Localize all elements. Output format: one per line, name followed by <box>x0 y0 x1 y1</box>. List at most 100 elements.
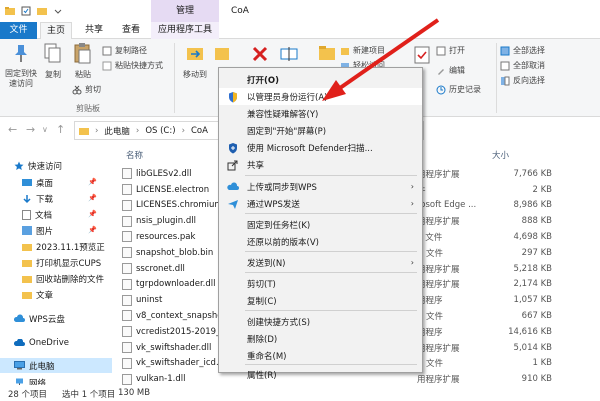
paste-button[interactable]: 粘贴 <box>70 42 96 80</box>
file-icon <box>122 278 132 290</box>
up-arrow-icon[interactable]: ↑ <box>56 123 65 136</box>
download-icon <box>23 194 31 203</box>
move-to-button[interactable]: 移动到 <box>180 42 210 80</box>
tab-file[interactable]: 文件 <box>0 22 37 39</box>
select-all-label: 全部选择 <box>513 46 545 55</box>
context-menu-item[interactable]: 共享 <box>219 156 422 173</box>
context-menu: 打开(O) 以管理员身份运行(A) 兼容性疑难解答(Y) 固定到"开始"屏幕(P) 使用… <box>218 67 423 381</box>
file-name: tgrpdownloader.dll <box>136 279 216 290</box>
nav-wps-cloud[interactable]: WPS云盘 <box>14 311 124 326</box>
nav-label: 文章 <box>36 290 54 301</box>
wps-upload-icon <box>227 181 239 193</box>
nav-this-pc[interactable]: 此电脑 <box>0 358 112 373</box>
column-header-name[interactable]: 名称 <box>126 149 143 161</box>
breadcrumb-drive-c[interactable]: OS (C:) <box>145 126 175 136</box>
paste-shortcut-button[interactable]: 粘贴快捷方式 <box>102 60 163 71</box>
menu-separator <box>245 272 417 273</box>
open-label: 打开 <box>449 46 465 55</box>
paste-label: 粘贴 <box>75 70 91 79</box>
recent-chevron-icon[interactable]: ∨ <box>42 125 48 134</box>
cut-button[interactable]: 剪切 <box>72 84 101 95</box>
copy-path-button[interactable]: 复制路径 <box>102 45 147 56</box>
pin-quick-access-button[interactable]: 固定到快 速访问 <box>3 42 39 89</box>
breadcrumb-this-pc[interactable]: 此电脑 <box>104 125 130 137</box>
manage-context-label: 管理 <box>151 0 219 22</box>
select-all-button[interactable]: 全部选择 <box>500 45 545 56</box>
folder-icon <box>22 244 32 251</box>
copy-button[interactable]: 复制 <box>42 42 64 80</box>
context-menu-label: 上传或同步到WPS <box>247 182 317 193</box>
breadcrumb-coa[interactable]: CoA <box>191 126 208 136</box>
pin-icon: 📌 <box>88 178 97 186</box>
copy-to-button[interactable] <box>214 42 230 69</box>
copy-label: 复制 <box>45 70 61 79</box>
file-size: 5,014 KB <box>513 342 552 353</box>
file-icon <box>122 326 132 338</box>
context-menu-item[interactable]: 创建快捷方式(S) <box>219 313 422 330</box>
file-type: 用程序扩展 <box>417 169 460 180</box>
properties-icon[interactable] <box>20 5 32 17</box>
context-menu-item[interactable]: 删除(D) <box>219 330 422 347</box>
file-icon <box>122 168 132 180</box>
chevron-down-icon[interactable] <box>52 5 64 17</box>
tab-share[interactable]: 共享 <box>80 22 108 39</box>
tab-view[interactable]: 查看 <box>117 22 145 39</box>
menu-separator <box>245 213 417 214</box>
context-menu-item[interactable]: 剪切(T) <box>219 275 422 292</box>
file-name-cell: uninst <box>122 294 162 306</box>
nav-onedrive[interactable]: OneDrive <box>14 335 124 350</box>
clipboard-group-label: 剪贴板 <box>76 104 100 113</box>
menu-separator <box>245 251 417 252</box>
context-menu-label: 打开(O) <box>247 75 279 86</box>
context-menu-label: 发送到(N) <box>247 258 286 269</box>
new-folder-button[interactable] <box>318 43 336 68</box>
file-name: LICENSE.electron <box>136 184 210 195</box>
file-name-cell: libGLESv2.dll <box>122 168 191 180</box>
new-item-icon <box>341 47 349 55</box>
open-button[interactable]: 打开 <box>436 45 465 56</box>
file-size: 5,218 KB <box>513 263 552 274</box>
context-menu-item[interactable]: 重命名(M) <box>219 347 422 364</box>
onedrive-icon <box>14 338 25 346</box>
context-menu-item[interactable]: 以管理员身份运行(A) <box>219 88 422 105</box>
context-menu-item[interactable]: 属性(R) <box>219 366 422 383</box>
context-menu-item[interactable]: 兼容性疑难解答(Y) <box>219 105 422 122</box>
file-icon <box>122 184 132 196</box>
forward-arrow-icon[interactable]: → <box>26 123 35 136</box>
context-menu-item[interactable]: 发送到(N) › <box>219 254 422 271</box>
pin-icon: 📌 <box>88 194 97 202</box>
file-type: rosoft Edge ... <box>417 200 477 211</box>
delete-button[interactable] <box>250 45 270 68</box>
new-item-button[interactable]: 新建项目 <box>340 45 385 56</box>
context-menu-item[interactable]: 固定到任务栏(K) <box>219 216 422 233</box>
context-menu-item[interactable]: 打开(O) <box>219 71 422 88</box>
file-size: 1 KB <box>532 358 552 369</box>
folder-icon <box>79 128 89 135</box>
tab-home[interactable]: 主页 <box>40 22 72 39</box>
context-menu-item[interactable]: 使用 Microsoft Defender扫描... <box>219 139 422 156</box>
back-arrow-icon[interactable]: ← <box>8 123 17 136</box>
tab-app-tools[interactable]: 应用程序工具 <box>151 22 219 39</box>
context-menu-item[interactable]: 上传或同步到WPS › <box>219 178 422 195</box>
context-menu-item[interactable]: 通过WPS发送 › <box>219 195 422 212</box>
column-header-size[interactable]: 大小 <box>492 149 509 161</box>
breadcrumb-separator-icon: › <box>95 125 99 136</box>
desktop-icon <box>22 179 32 186</box>
nav-quick-access[interactable]: 快速访问 <box>14 158 124 173</box>
title-bar: 管理 CoA <box>0 0 600 22</box>
copy-to-icon <box>215 48 229 60</box>
context-menu-item[interactable]: 固定到"开始"屏幕(P) <box>219 122 422 139</box>
submenu-chevron-icon: › <box>410 182 414 191</box>
new-folder-icon[interactable] <box>36 5 48 17</box>
file-name-cell: vcredist2015-2019_x <box>122 326 225 338</box>
history-button[interactable]: 历史记录 <box>436 84 481 95</box>
pin-icon: 📌 <box>88 226 97 234</box>
invert-selection-button[interactable]: 反向选择 <box>500 75 545 86</box>
edit-button[interactable]: 编辑 <box>436 65 465 76</box>
context-menu-label: 固定到任务栏(K) <box>247 220 311 231</box>
select-none-button[interactable]: 全部取消 <box>500 60 545 71</box>
file-icon <box>122 373 132 385</box>
rename-button[interactable] <box>278 45 300 68</box>
context-menu-item[interactable]: 还原以前的版本(V) <box>219 233 422 250</box>
context-menu-item[interactable]: 复制(C) <box>219 292 422 309</box>
